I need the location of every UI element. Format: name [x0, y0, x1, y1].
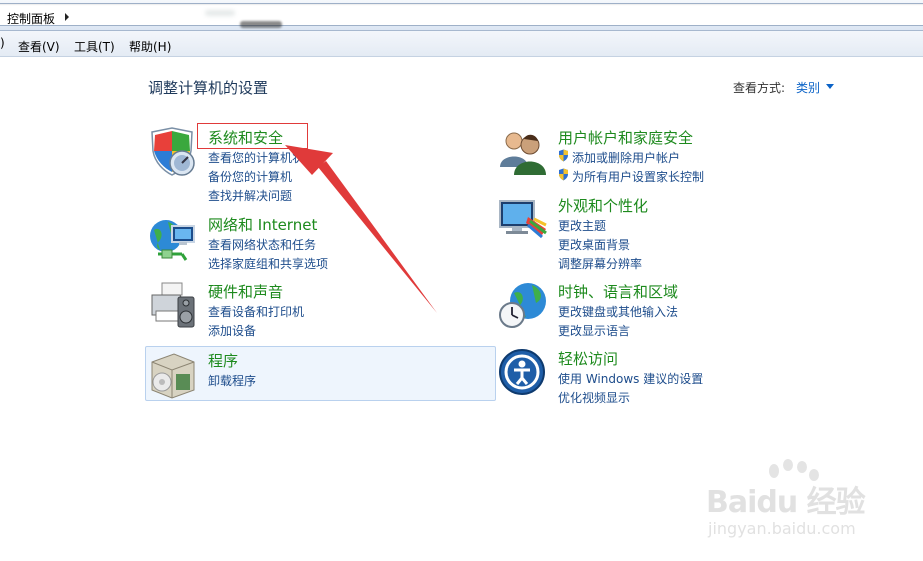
address-field[interactable]: 控制面板 [0, 3, 923, 26]
watermark-logo-text: Baidu 经验 [706, 485, 866, 520]
category-title-programs[interactable]: 程序 [208, 350, 238, 371]
link-change-input-method[interactable]: 更改键盘或其他输入法 [558, 303, 678, 320]
baidu-jingyan-watermark: Baidu 经验 jingyan.baidu.com [706, 459, 886, 539]
link-recommended-settings[interactable]: 使用 Windows 建议的设置 [558, 370, 703, 387]
link-optimize-display[interactable]: 优化视频显示 [558, 389, 630, 406]
link-change-display-language[interactable]: 更改显示语言 [558, 322, 630, 339]
menu-tools[interactable]: 工具(T) [74, 38, 115, 55]
category-title-appearance[interactable]: 外观和个性化 [558, 195, 648, 216]
link-change-background[interactable]: 更改桌面背景 [558, 236, 630, 253]
menu-help[interactable]: 帮助(H) [129, 38, 171, 55]
category-title-user-accounts[interactable]: 用户帐户和家庭安全 [558, 127, 693, 148]
category-title-hardware[interactable]: 硬件和声音 [208, 281, 283, 302]
link-devices-printers[interactable]: 查看设备和打印机 [208, 303, 304, 320]
watermark-url: jingyan.baidu.com [708, 519, 856, 538]
link-change-theme[interactable]: 更改主题 [558, 217, 606, 234]
programs-box-icon[interactable] [148, 350, 198, 400]
category-title-clock-region[interactable]: 时钟、语言和区域 [558, 281, 678, 302]
shield-icon[interactable] [148, 127, 198, 177]
menu-item-clipped[interactable]: ) [0, 36, 5, 50]
link-adjust-resolution[interactable]: 调整屏幕分辨率 [558, 255, 642, 272]
link-uninstall-program[interactable]: 卸载程序 [208, 372, 256, 389]
chevron-down-icon[interactable] [826, 84, 834, 89]
uac-shield-icon [559, 168, 568, 181]
view-by-label: 查看方式: [733, 81, 786, 95]
link-add-device[interactable]: 添加设备 [208, 322, 256, 339]
link-parental-controls[interactable]: 为所有用户设置家长控制 [572, 168, 704, 185]
link-backup-computer[interactable]: 备份您的计算机 [208, 168, 292, 185]
link-homegroup-sharing[interactable]: 选择家庭组和共享选项 [208, 255, 328, 272]
globe-clock-icon[interactable] [498, 281, 548, 331]
menu-bar: ) 查看(V) 工具(T) 帮助(H) [0, 31, 923, 57]
users-icon[interactable] [498, 127, 548, 177]
category-title-network[interactable]: 网络和 Internet [208, 214, 317, 235]
view-by-dropdown[interactable]: 类别 [796, 79, 820, 96]
category-title-ease-access[interactable]: 轻松访问 [558, 348, 618, 369]
control-panel-content: 调整计算机的设置 查看方式: 类别 系统和安全 查看您的计算机状态 备份您的计算… [0, 57, 923, 561]
printer-speaker-icon[interactable] [148, 281, 198, 331]
accessibility-icon[interactable] [498, 348, 548, 398]
link-add-remove-accounts[interactable]: 添加或删除用户帐户 [572, 149, 680, 166]
monitor-palette-icon[interactable] [498, 195, 548, 245]
blurred-region [205, 10, 235, 16]
blurred-region [240, 21, 282, 28]
address-bar: 控制面板 [0, 0, 923, 31]
link-check-computer-status[interactable]: 查看您的计算机状态 [208, 149, 316, 166]
page-title: 调整计算机的设置 [148, 79, 269, 97]
link-network-status[interactable]: 查看网络状态和任务 [208, 236, 316, 253]
annotation-highlight-box [197, 123, 308, 149]
uac-shield-icon [559, 149, 568, 162]
breadcrumb-control-panel[interactable]: 控制面板 [7, 10, 55, 27]
link-troubleshoot[interactable]: 查找并解决问题 [208, 187, 292, 204]
breadcrumb-chevron-icon[interactable] [65, 13, 69, 21]
menu-view[interactable]: 查看(V) [18, 38, 60, 55]
network-globe-icon[interactable] [148, 214, 198, 264]
